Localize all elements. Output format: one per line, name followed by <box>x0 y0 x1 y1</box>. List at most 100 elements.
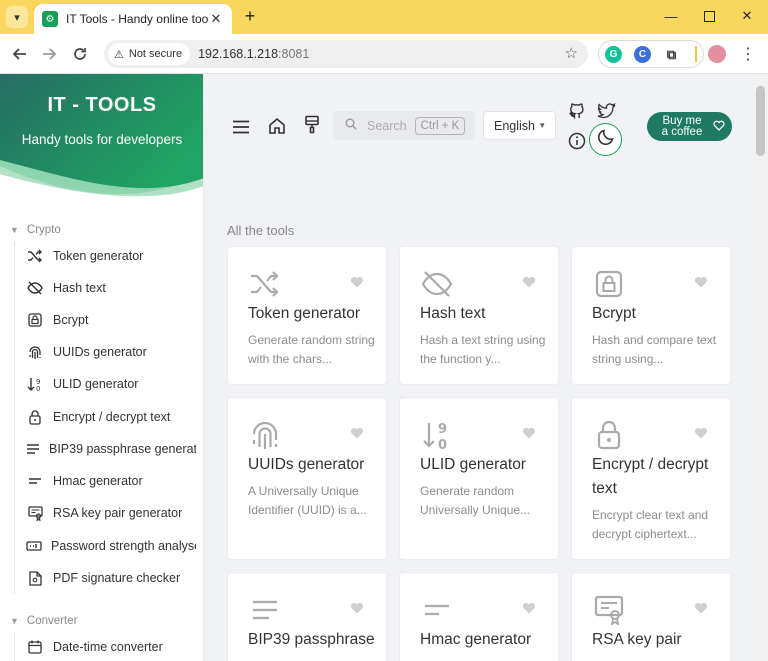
close-window-icon[interactable]: ✕ <box>737 6 757 26</box>
tool-card-encrypt-decrypt[interactable]: Encrypt / decrypt text Encrypt clear tex… <box>571 397 731 560</box>
chevron-down-icon: ▼ <box>10 225 19 235</box>
svg-text:0: 0 <box>438 438 447 451</box>
section-label: Crypto <box>26 224 61 236</box>
sidebar-item-password-strength[interactable]: Password strength analyser <box>26 536 196 556</box>
tool-card-uuids-generator[interactable]: UUIDs generator A Universally Unique Ide… <box>227 397 387 560</box>
sidebar-item-bcrypt[interactable]: Bcrypt <box>26 310 196 330</box>
chevron-down-icon: ▾ <box>540 120 545 130</box>
tool-card-bip39[interactable]: BIP39 passphrase <box>227 572 387 661</box>
reload-icon[interactable] <box>69 43 91 65</box>
card-description: Generate random string with the chars... <box>248 333 375 366</box>
puzzle-extensions-icon[interactable]: ⧉ <box>663 46 680 63</box>
new-tab-button[interactable]: + <box>240 6 260 26</box>
sidebar-item-hash-text[interactable]: Hash text <box>26 278 196 298</box>
language-select[interactable]: English ▾ <box>483 111 556 140</box>
eye-off-icon <box>26 281 44 295</box>
copyright-extension-icon[interactable]: C <box>634 46 651 63</box>
grammarly-extension-icon[interactable]: G <box>605 46 622 63</box>
card-title: ULID generator <box>420 456 526 473</box>
forward-icon[interactable] <box>38 43 60 65</box>
bookmark-star-icon[interactable]: ☆ <box>565 44 578 62</box>
sidebar-item-ulid-generator[interactable]: 90 ULID generator <box>26 374 196 394</box>
favorite-heart-icon[interactable] <box>522 426 536 440</box>
favorite-heart-icon[interactable] <box>350 601 364 615</box>
buy-button-label: Buy me a coffee <box>661 114 703 138</box>
card-title: Encrypt / decrypt text <box>592 456 709 497</box>
tool-card-rsa[interactable]: RSA key pair <box>571 572 731 661</box>
home-icon[interactable] <box>266 115 288 137</box>
sidebar-item-pdf-signature[interactable]: PDF signature checker <box>26 568 196 588</box>
page-viewport: IT - TOOLS Handy tools for developers ▼ … <box>0 74 768 661</box>
shuffle-icon <box>248 267 282 301</box>
sort-numeric-icon: 90 <box>420 418 454 452</box>
card-title: Hash text <box>420 305 486 322</box>
lock-icon <box>592 418 626 452</box>
twitter-icon[interactable] <box>595 100 617 122</box>
favorite-heart-icon[interactable] <box>694 601 708 615</box>
language-value: English <box>494 118 535 133</box>
chevron-down-icon: ▼ <box>10 616 19 626</box>
not-secure-chip[interactable]: ⚠ Not secure <box>108 43 191 65</box>
sidebar-item-encrypt-decrypt[interactable]: Encrypt / decrypt text <box>26 407 196 427</box>
dark-mode-toggle[interactable] <box>589 123 622 156</box>
sidebar-item-rsa[interactable]: RSA key pair generator <box>26 503 196 523</box>
card-title: UUIDs generator <box>248 456 365 473</box>
fingerprint-icon <box>26 345 44 360</box>
page-scrollbar-thumb[interactable] <box>756 86 765 156</box>
chevron-down-icon: ▾ <box>14 11 20 24</box>
back-icon[interactable] <box>9 43 31 65</box>
sidebar-item-bip39[interactable]: BIP39 passphrase generator <box>26 439 196 459</box>
menu-toggle-icon[interactable] <box>230 116 252 138</box>
page-scrollbar-track[interactable] <box>753 74 768 661</box>
buy-me-a-coffee-button[interactable]: Buy me a coffee <box>647 112 732 141</box>
search-placeholder: Search <box>367 118 407 133</box>
tab-search-button[interactable]: ▾ <box>6 6 28 28</box>
tool-card-ulid-generator[interactable]: 90 ULID generator Generate random Univer… <box>399 397 559 560</box>
short-lines-icon <box>420 593 454 627</box>
lock-square-icon <box>26 313 44 327</box>
favorite-heart-icon[interactable] <box>694 275 708 289</box>
search-shortcut-hint: Ctrl + K <box>414 116 466 135</box>
info-icon[interactable] <box>566 130 588 152</box>
sidebar-item-token-generator[interactable]: Token generator <box>26 246 196 266</box>
sort-numeric-icon: 90 <box>26 377 44 392</box>
security-label: Not secure <box>128 48 183 60</box>
favorite-heart-icon[interactable] <box>522 601 536 615</box>
tool-card-hash-text[interactable]: Hash text Hash a text string using the f… <box>399 246 559 385</box>
close-tab-icon[interactable]: ✕ <box>208 11 224 27</box>
section-converter[interactable]: ▼ Converter <box>10 613 77 629</box>
password-icon <box>26 539 42 553</box>
lock-icon <box>26 409 44 425</box>
tool-card-token-generator[interactable]: Token generator Generate random string w… <box>227 246 387 385</box>
menu-rail <box>14 242 15 594</box>
section-crypto[interactable]: ▼ Crypto <box>10 222 61 238</box>
browser-menu-icon[interactable]: ⋮ <box>740 44 756 64</box>
card-title: Hmac generator <box>420 631 532 648</box>
tool-card-bcrypt[interactable]: Bcrypt Hash and compare text string usin… <box>571 246 731 385</box>
card-description: Generate random Universally Unique... <box>420 484 531 517</box>
toolbar-divider <box>695 46 697 62</box>
favorite-heart-icon[interactable] <box>350 275 364 289</box>
url-text: 192.168.1.218:8081 <box>198 47 310 61</box>
address-bar[interactable]: ⚠ Not secure 192.168.1.218:8081 ☆ <box>104 40 588 68</box>
profile-avatar[interactable] <box>708 45 726 63</box>
search-input[interactable]: Search Ctrl + K <box>333 111 475 140</box>
tab-title: IT Tools - Handy online tools for develo… <box>66 12 208 26</box>
minimize-icon[interactable]: — <box>661 6 681 26</box>
card-description: Hash and compare text string using... <box>592 333 717 366</box>
card-description: Hash a text string using the function y.… <box>420 333 546 366</box>
fingerprint-icon <box>248 418 282 452</box>
sidebar-item-date-time-converter[interactable]: Date-time converter <box>26 637 196 657</box>
github-icon[interactable] <box>566 100 588 122</box>
favorite-heart-icon[interactable] <box>694 426 708 440</box>
tool-card-hmac[interactable]: Hmac generator <box>399 572 559 661</box>
favorite-heart-icon[interactable] <box>522 275 536 289</box>
favorite-heart-icon[interactable] <box>350 426 364 440</box>
extensions-group: G C ⧉ <box>598 40 704 68</box>
card-title: BIP39 passphrase <box>248 631 375 648</box>
browser-tab-active[interactable]: ⚙ IT Tools - Handy online tools for deve… <box>34 4 232 34</box>
sidebar-item-uuids-generator[interactable]: UUIDs generator <box>26 342 196 362</box>
ui-lib-brush-icon[interactable] <box>301 114 323 136</box>
maximize-icon[interactable] <box>699 6 719 26</box>
sidebar-item-hmac[interactable]: Hmac generator <box>26 471 196 491</box>
